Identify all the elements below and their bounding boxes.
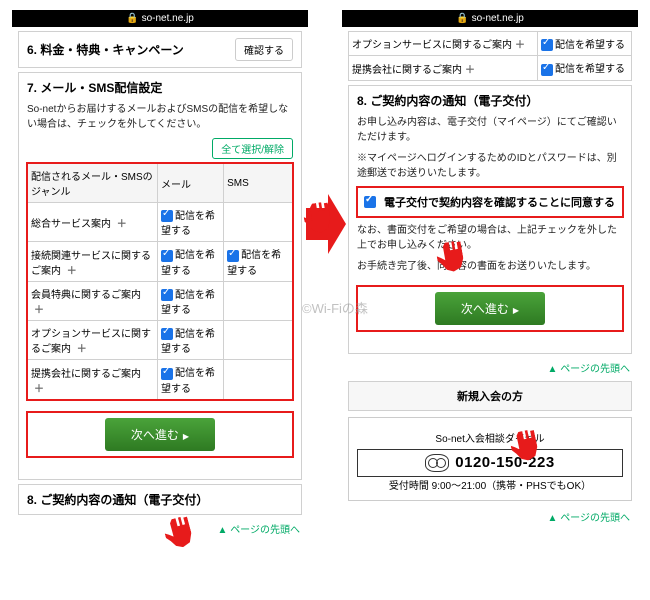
mail-sms-table: 配信されるメール・SMSのジャンル メール SMS 総合サービス案内 ＋配信を希… bbox=[27, 163, 293, 400]
p1: お申し込み内容は、電子交付（マイページ）にてご確認いただけます。 bbox=[357, 115, 623, 145]
plus-icon[interactable]: ＋ bbox=[31, 305, 47, 316]
next-button[interactable]: 次へ進む bbox=[435, 292, 545, 325]
left-screen: 🔒 so-net.ne.jp 6. 料金・特典・キャンペーン 確認する 7. メー… bbox=[12, 10, 308, 538]
plus-icon[interactable]: ＋ bbox=[512, 40, 528, 51]
plus-icon[interactable]: ＋ bbox=[64, 266, 80, 277]
newjoin-box: So-net入会相談ダイヤル 0120-150-223 受付時間 9:00～21… bbox=[348, 417, 632, 501]
table-row: 会員特典に関するご案内 ＋配信を希望する bbox=[28, 281, 293, 320]
checkbox[interactable] bbox=[161, 289, 173, 301]
plus-icon[interactable]: ＋ bbox=[114, 219, 130, 230]
section-6-title: 6. 料金・特典・キャンペーン bbox=[27, 41, 184, 58]
plus-icon[interactable]: ＋ bbox=[74, 344, 90, 355]
page-top-link[interactable]: ▲ ページの先頭へ bbox=[342, 358, 638, 377]
table-row: オプションサービスに関するご案内 ＋配信を希望する bbox=[28, 321, 293, 360]
newjoin-head: 新規入会の方 bbox=[348, 381, 632, 411]
section-8-title: 8. ご契約内容の通知（電子交付） bbox=[357, 92, 623, 109]
table-row: 総合サービス案内 ＋配信を希望する bbox=[28, 203, 293, 242]
table-row: オプションサービスに関するご案内＋ bbox=[349, 32, 538, 56]
checkbox[interactable] bbox=[161, 328, 173, 340]
toggle-all-button[interactable]: 全て選択/解除 bbox=[212, 138, 293, 159]
plus-icon[interactable]: ＋ bbox=[31, 384, 47, 395]
p2: ※マイページへログインするためのIDとパスワードは、別途郵送でお送りいたします。 bbox=[357, 151, 623, 181]
checkbox[interactable] bbox=[541, 64, 553, 76]
p4: お手続き完了後、同内容の書面をお送りいたします。 bbox=[357, 259, 623, 274]
lock-icon: 🔒 bbox=[456, 13, 468, 24]
hours: 受付時間 9:00～21:00（携帯・PHSでもOK） bbox=[357, 477, 623, 492]
section-8-left: 8. ご契約内容の通知（電子交付） bbox=[18, 484, 302, 515]
page-top-link[interactable]: ▲ ページの先頭へ bbox=[342, 507, 638, 526]
address-bar: 🔒 so-net.ne.jp bbox=[342, 10, 638, 27]
table-row: 接続関連サービスに関するご案内 ＋配信を希望する配信を希望する bbox=[28, 242, 293, 281]
checkbox[interactable] bbox=[541, 39, 553, 51]
carryover-table: オプションサービスに関するご案内＋配信を希望する 提携会社に関するご案内＋配信を… bbox=[348, 31, 632, 81]
checkbox[interactable] bbox=[161, 210, 173, 222]
section-7-title: 7. メール・SMS配信設定 bbox=[27, 79, 293, 96]
phone-number: 0120-150-223 bbox=[455, 454, 554, 471]
domain: so-net.ne.jp bbox=[142, 13, 194, 24]
plus-icon[interactable]: ＋ bbox=[462, 65, 478, 76]
agree-label: 電子交付で契約内容を確認することに同意する bbox=[384, 194, 615, 210]
page-top-link[interactable]: ▲ ページの先頭へ bbox=[12, 519, 308, 538]
checkbox[interactable] bbox=[161, 250, 173, 262]
th-genre: 配信されるメール・SMSのジャンル bbox=[28, 164, 158, 203]
checkbox[interactable] bbox=[161, 368, 173, 380]
section-8-right: 8. ご契約内容の通知（電子交付） お申し込み内容は、電子交付（マイページ）にて… bbox=[348, 85, 632, 354]
checkbox[interactable] bbox=[227, 250, 239, 262]
th-sms: SMS bbox=[224, 164, 293, 203]
section-7-desc: So-netからお届けするメールおよびSMSの配信を希望しない場合は、チェックを… bbox=[27, 102, 293, 132]
table-row: 提携会社に関するご案内 ＋配信を希望する bbox=[28, 360, 293, 399]
newjoin-title: 新規入会の方 bbox=[457, 391, 523, 403]
right-screen: 🔒 so-net.ne.jp オプションサービスに関するご案内＋配信を希望する 提… bbox=[342, 10, 638, 526]
confirm-button[interactable]: 確認する bbox=[235, 38, 293, 61]
section-7: 7. メール・SMS配信設定 So-netからお届けするメールおよびSMSの配信… bbox=[18, 72, 302, 480]
lock-icon: 🔒 bbox=[126, 13, 138, 24]
next-wrap: 次へ進む bbox=[27, 412, 293, 457]
next-wrap: 次へ進む bbox=[357, 286, 623, 331]
th-mail: メール bbox=[157, 164, 223, 203]
section-8-title: 8. ご契約内容の通知（電子交付） bbox=[27, 491, 208, 508]
tel-row: 0120-150-223 bbox=[357, 449, 623, 477]
freedial-icon bbox=[425, 454, 449, 472]
section-6: 6. 料金・特典・キャンペーン 確認する bbox=[18, 31, 302, 68]
table-row: 提携会社に関するご案内＋ bbox=[349, 56, 538, 80]
next-button[interactable]: 次へ進む bbox=[105, 418, 215, 451]
newjoin-sub: So-net入会相談ダイヤル bbox=[357, 430, 623, 445]
domain: so-net.ne.jp bbox=[472, 13, 524, 24]
agree-row: 電子交付で契約内容を確認することに同意する bbox=[357, 187, 623, 217]
arrow-icon bbox=[306, 194, 344, 254]
highlight-table: 配信されるメール・SMSのジャンル メール SMS 総合サービス案内 ＋配信を希… bbox=[27, 163, 293, 400]
address-bar: 🔒 so-net.ne.jp bbox=[12, 10, 308, 27]
p3: なお、書面交付をご希望の場合は、上記チェックを外した上でお申し込みください。 bbox=[357, 223, 623, 253]
agree-checkbox[interactable] bbox=[364, 196, 376, 208]
